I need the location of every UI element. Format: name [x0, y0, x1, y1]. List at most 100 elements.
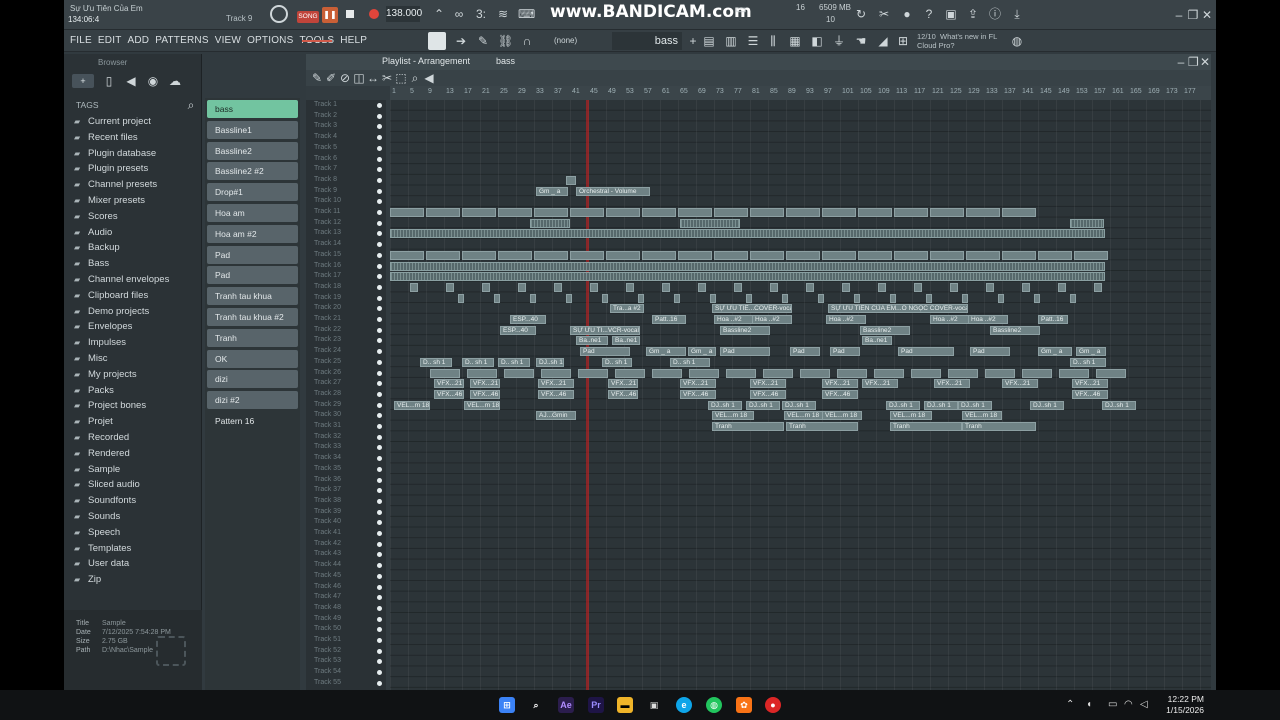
playlist-clip[interactable]: [786, 208, 820, 217]
playlist-clip[interactable]: VFX...21: [1002, 379, 1038, 389]
track-mute-dot[interactable]: [377, 616, 382, 622]
playlist-clip[interactable]: [818, 293, 824, 303]
browser-item[interactable]: ▰ Clipboard files: [74, 290, 148, 305]
pattern-name-field[interactable]: bass: [612, 32, 682, 50]
brush-icon[interactable]: ✐: [324, 71, 338, 85]
playlist-clip[interactable]: [1022, 282, 1030, 292]
menu-options[interactable]: OPTIONS: [247, 35, 293, 46]
download-icon[interactable]: ⤓: [1010, 7, 1024, 21]
playlist-clip[interactable]: Pad: [790, 347, 820, 357]
playlist-clip[interactable]: [800, 368, 830, 378]
browser-item[interactable]: ▰ Envelopes: [74, 321, 132, 336]
playlist-clip[interactable]: [1070, 293, 1076, 303]
playlist-clip[interactable]: [1059, 368, 1089, 378]
browser-item[interactable]: ▰ Recorded: [74, 432, 129, 447]
browser-item[interactable]: ▰ Sliced audio: [74, 479, 140, 494]
track-mute-dot[interactable]: [377, 177, 382, 183]
playlist-clip[interactable]: [950, 282, 958, 292]
track-mute-dot[interactable]: [377, 509, 382, 515]
playlist-clip[interactable]: [482, 282, 490, 292]
playlist-clip[interactable]: [806, 282, 814, 292]
browser-item[interactable]: ▰ Mixer presets: [74, 195, 145, 210]
playlist-clip[interactable]: [462, 208, 496, 217]
playlist-clip[interactable]: VEL...m 18: [890, 411, 932, 421]
playlist-clip[interactable]: [1094, 282, 1102, 292]
playlist-clip[interactable]: [1034, 293, 1040, 303]
drop-zone-icon[interactable]: [156, 636, 186, 666]
track-label[interactable]: Track 18: [314, 283, 341, 290]
track-label[interactable]: Track 5: [314, 144, 337, 151]
loop-record-icon[interactable]: ∞: [452, 7, 466, 21]
playlist-clip[interactable]: Gm _ a: [1038, 347, 1072, 357]
pattern-item[interactable]: OK: [207, 349, 298, 368]
browser-item[interactable]: ▰ Zip: [74, 574, 101, 589]
premiere-icon[interactable]: Pr: [588, 697, 604, 713]
playlist-clip[interactable]: [662, 282, 670, 292]
playlist-clip[interactable]: [930, 250, 964, 260]
playlist-clip[interactable]: [530, 293, 536, 303]
playlist-clip[interactable]: [878, 282, 886, 292]
playlist-clip[interactable]: Pad: [830, 347, 860, 357]
playlist-clip[interactable]: [566, 293, 572, 303]
track-label[interactable]: Track 14: [314, 240, 341, 247]
playlist-clip[interactable]: DJ..sh 1: [924, 400, 958, 410]
playlist-clip[interactable]: [498, 208, 532, 217]
track-label[interactable]: Track 42: [314, 540, 341, 547]
track-mute-dot[interactable]: [377, 520, 382, 526]
playlist-clip[interactable]: [854, 293, 860, 303]
plug-icon[interactable]: ⏚: [832, 34, 846, 48]
playlist-clip[interactable]: [530, 218, 570, 228]
track-mute-dot[interactable]: [377, 210, 382, 215]
edge-icon[interactable]: e: [676, 697, 692, 713]
track-label[interactable]: Track 45: [314, 572, 341, 579]
track-mute-dot[interactable]: [377, 145, 382, 151]
playlist-clip[interactable]: VFX...46: [538, 389, 574, 399]
playlist-clip[interactable]: VEL...m 18: [962, 411, 1002, 421]
track-mute-dot[interactable]: [377, 413, 382, 419]
plugin-picker-icon[interactable]: ◧: [810, 34, 824, 48]
pattern-item[interactable]: Pattern 16: [207, 412, 298, 430]
playlist-clip[interactable]: VFX...21: [434, 379, 464, 389]
link-icon[interactable]: ⛓: [498, 34, 513, 48]
playlist-clip[interactable]: SỰ ƯU TIÊ...COVER-vocals: [712, 304, 792, 314]
track-label[interactable]: Track 44: [314, 561, 341, 568]
pattern-item[interactable]: Bassline1: [207, 120, 298, 139]
browser-icon[interactable]: ▦: [788, 34, 802, 48]
playlist-clip[interactable]: [678, 208, 712, 217]
track-mute-dot[interactable]: [377, 552, 382, 558]
minimize-icon[interactable]: –: [1172, 8, 1186, 22]
playlist-clip[interactable]: [1096, 368, 1126, 378]
playlist-clip[interactable]: [930, 208, 964, 217]
playlist-clip[interactable]: ESP...40: [510, 315, 546, 324]
playlist-clip[interactable]: DJ..sh 1: [708, 400, 742, 410]
playlist-clip[interactable]: [842, 282, 850, 292]
playback-icon[interactable]: ◀: [422, 71, 436, 85]
track-label[interactable]: Track 26: [314, 369, 341, 376]
track-mute-dot[interactable]: [377, 381, 382, 387]
track-mute-dot[interactable]: [377, 573, 382, 579]
playlist-clip[interactable]: Patt..16: [1038, 315, 1068, 324]
track-mute-dot[interactable]: [377, 456, 382, 462]
playlist-clip[interactable]: VFX...46: [680, 389, 716, 399]
tempo-display[interactable]: 138.000: [386, 6, 422, 22]
track-label[interactable]: Track 2: [314, 112, 337, 119]
menu-view[interactable]: VIEW: [215, 35, 241, 46]
playlist-clip[interactable]: [570, 250, 604, 260]
pause-button[interactable]: ❚❚: [322, 7, 338, 23]
browser-item[interactable]: ▰ Recent files: [74, 132, 138, 147]
browser-item[interactable]: ▰ Backup: [74, 242, 120, 257]
browser-item[interactable]: ▰ Sample: [74, 464, 120, 479]
browser-item[interactable]: ▰ Scores: [74, 211, 118, 226]
track-mute-dot[interactable]: [377, 231, 382, 237]
track-label[interactable]: Track 19: [314, 294, 341, 301]
playlist-clip[interactable]: VFX...21: [538, 379, 574, 389]
playlist-clip[interactable]: VFX...21: [822, 379, 858, 389]
playlist-clip[interactable]: [504, 368, 534, 378]
track-mute-dot[interactable]: [377, 199, 382, 205]
playlist-clip[interactable]: Tranh: [786, 422, 858, 431]
playlist-clip[interactable]: [714, 250, 748, 260]
close-icon[interactable]: ✕: [1200, 8, 1214, 22]
playlist-clip[interactable]: [890, 293, 896, 303]
playlist-clip[interactable]: [926, 293, 932, 303]
playlist-clip[interactable]: [998, 293, 1004, 303]
